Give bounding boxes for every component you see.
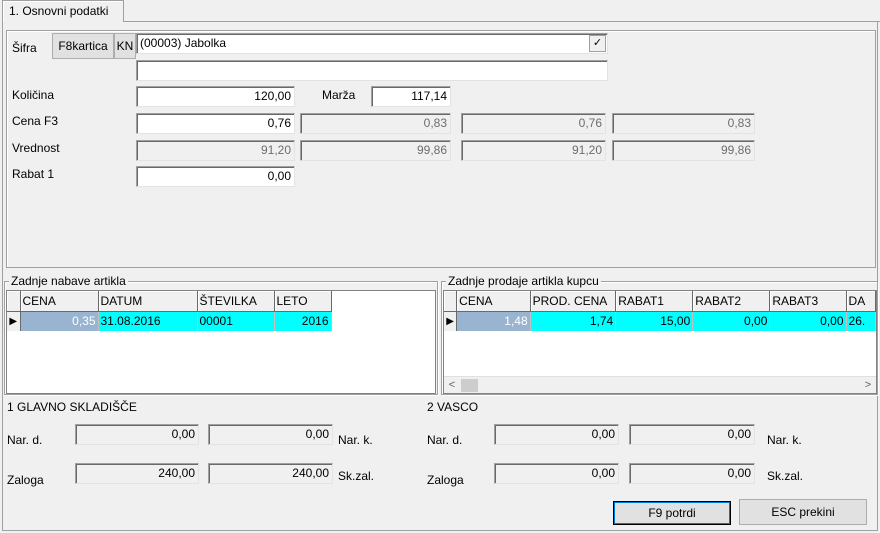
kolicina-label: Količina	[12, 88, 55, 102]
prodaje-col-cena[interactable]: CENA	[456, 291, 531, 312]
cena-input[interactable]: 0,76	[136, 113, 295, 134]
cena-readonly-3: 0,76	[461, 113, 606, 134]
nabave-col-leto[interactable]: LETO	[274, 291, 332, 312]
prodaje-header-row: CENA PROD. CENA RABAT1 RABAT2 RABAT3 DA	[444, 291, 876, 312]
nabave-cell-stevilka[interactable]: 00001	[197, 311, 275, 331]
sklad2-nar-k-value: 0,00	[629, 424, 755, 445]
prodaje-col-da[interactable]: DA	[846, 291, 876, 312]
kn-button[interactable]: KN	[114, 33, 136, 59]
table-row[interactable]: ▶ 1,48 1,74 15,00 0,00 0,00 26.	[444, 311, 876, 331]
sklad2-sk-zal-label: Sk.zal.	[767, 469, 804, 483]
scroll-left-icon[interactable]: <	[444, 378, 460, 393]
sklad2-title: 2 VASCO	[427, 400, 479, 414]
vrednost-readonly-1: 91,20	[136, 140, 295, 161]
esc-prekini-button[interactable]: ESC prekini	[739, 499, 867, 525]
nabave-cell-leto[interactable]: 2016	[274, 311, 332, 331]
row-indicator-icon: ▶	[444, 311, 458, 331]
prodaje-col-rabat1[interactable]: RABAT1	[615, 291, 694, 312]
row-indicator-icon: ▶	[7, 311, 21, 331]
sklad1-nar-d-value: 0,00	[75, 424, 199, 445]
nabave-grid[interactable]: CENA DATUM ŠTEVILKA LETO ▶ 0,35 31.08.20…	[6, 290, 436, 394]
prodaje-title: Zadnje prodaje artikla kupcu	[446, 274, 601, 288]
prodaje-cell-rabat2[interactable]: 0,00	[692, 311, 771, 331]
nabave-col-datum[interactable]: DATUM	[98, 291, 198, 312]
prodaje-corner	[444, 291, 458, 312]
nabave-cell-cena[interactable]: 0,35	[20, 311, 99, 331]
sklad1-nar-d-label: Nar. d.	[7, 433, 43, 447]
marza-input[interactable]: 117,14	[371, 86, 451, 107]
prodaje-grid[interactable]: CENA PROD. CENA RABAT1 RABAT2 RABAT3 DA …	[443, 290, 877, 394]
article-description-field[interactable]	[136, 60, 608, 81]
vrednost-readonly-2: 99,86	[300, 140, 451, 161]
prodaje-col-rabat3[interactable]: RABAT3	[769, 291, 847, 312]
nabave-col-cena[interactable]: CENA	[20, 291, 99, 312]
sklad1-title: 1 GLAVNO SKLADIŠČE	[7, 400, 137, 414]
tab-osnovni-podatki[interactable]: 1. Osnovni podatki	[2, 0, 124, 22]
sklad2-nar-k-label: Nar. k.	[767, 433, 802, 447]
article-value: (00003) Jabolka	[140, 36, 227, 50]
cena-f3-label: Cena F3	[12, 114, 59, 128]
sklad2-nar-d-label: Nar. d.	[427, 433, 463, 447]
scroll-right-icon[interactable]: >	[860, 378, 876, 393]
sklad2-zaloga-value: 0,00	[494, 463, 619, 484]
prodaje-cell-rabat3[interactable]: 0,00	[769, 311, 847, 331]
vrednost-label: Vrednost	[12, 141, 60, 155]
sklad2-zaloga-label: Zaloga	[427, 473, 464, 487]
cena-readonly-2: 0,83	[300, 113, 451, 134]
prodaje-cell-prod-cena[interactable]: 1,74	[530, 311, 617, 331]
prodaje-cell-rabat1[interactable]: 15,00	[615, 311, 694, 331]
vrednost-readonly-4: 99,86	[612, 140, 755, 161]
nabave-title: Zadnje nabave artikla	[9, 274, 128, 288]
f9-potrdi-button[interactable]: F9 potrdi	[613, 501, 731, 525]
article-combo[interactable]: (00003) Jabolka ✓	[136, 33, 608, 54]
prodaje-col-prod-cena[interactable]: PROD. CENA	[530, 291, 617, 312]
nabave-header-row: CENA DATUM ŠTEVILKA LETO	[7, 291, 332, 312]
marza-label: Marža	[322, 88, 356, 102]
prodaje-cell-da[interactable]: 26.	[846, 311, 876, 331]
nabave-col-stevilka[interactable]: ŠTEVILKA	[197, 291, 275, 312]
vrednost-readonly-3: 91,20	[461, 140, 606, 161]
sklad2-nar-d-value: 0,00	[494, 424, 619, 445]
sklad1-nar-k-label: Nar. k.	[338, 433, 373, 447]
sklad1-nar-k-value: 0,00	[208, 424, 333, 445]
table-row[interactable]: ▶ 0,35 31.08.2016 00001 2016	[7, 311, 332, 331]
sklad1-sk-zal-value: 240,00	[208, 463, 333, 484]
cena-readonly-4: 0,83	[612, 113, 755, 134]
sklad2-sk-zal-value: 0,00	[629, 463, 755, 484]
sifra-label: Šifra	[12, 41, 37, 55]
prodaje-col-rabat2[interactable]: RABAT2	[692, 291, 771, 312]
kolicina-input[interactable]: 120,00	[136, 86, 295, 107]
combo-check-icon[interactable]: ✓	[589, 35, 606, 52]
f8-kartica-button[interactable]: F8kartica	[52, 33, 114, 59]
prodaje-horizontal-scrollbar[interactable]: < >	[444, 376, 876, 393]
sklad1-zaloga-value: 240,00	[75, 463, 199, 484]
scroll-thumb[interactable]	[461, 379, 478, 392]
prodaje-cell-cena[interactable]: 1,48	[456, 311, 531, 331]
rabat-1-input[interactable]: 0,00	[136, 166, 295, 187]
sklad1-sk-zal-label: Sk.zal.	[338, 469, 375, 483]
tab-label: 1. Osnovni podatki	[9, 4, 109, 18]
sklad1-zaloga-label: Zaloga	[7, 473, 44, 487]
nabave-cell-datum[interactable]: 31.08.2016	[98, 311, 198, 331]
nabave-corner	[7, 291, 21, 312]
rabat-1-label: Rabat 1	[12, 167, 55, 181]
